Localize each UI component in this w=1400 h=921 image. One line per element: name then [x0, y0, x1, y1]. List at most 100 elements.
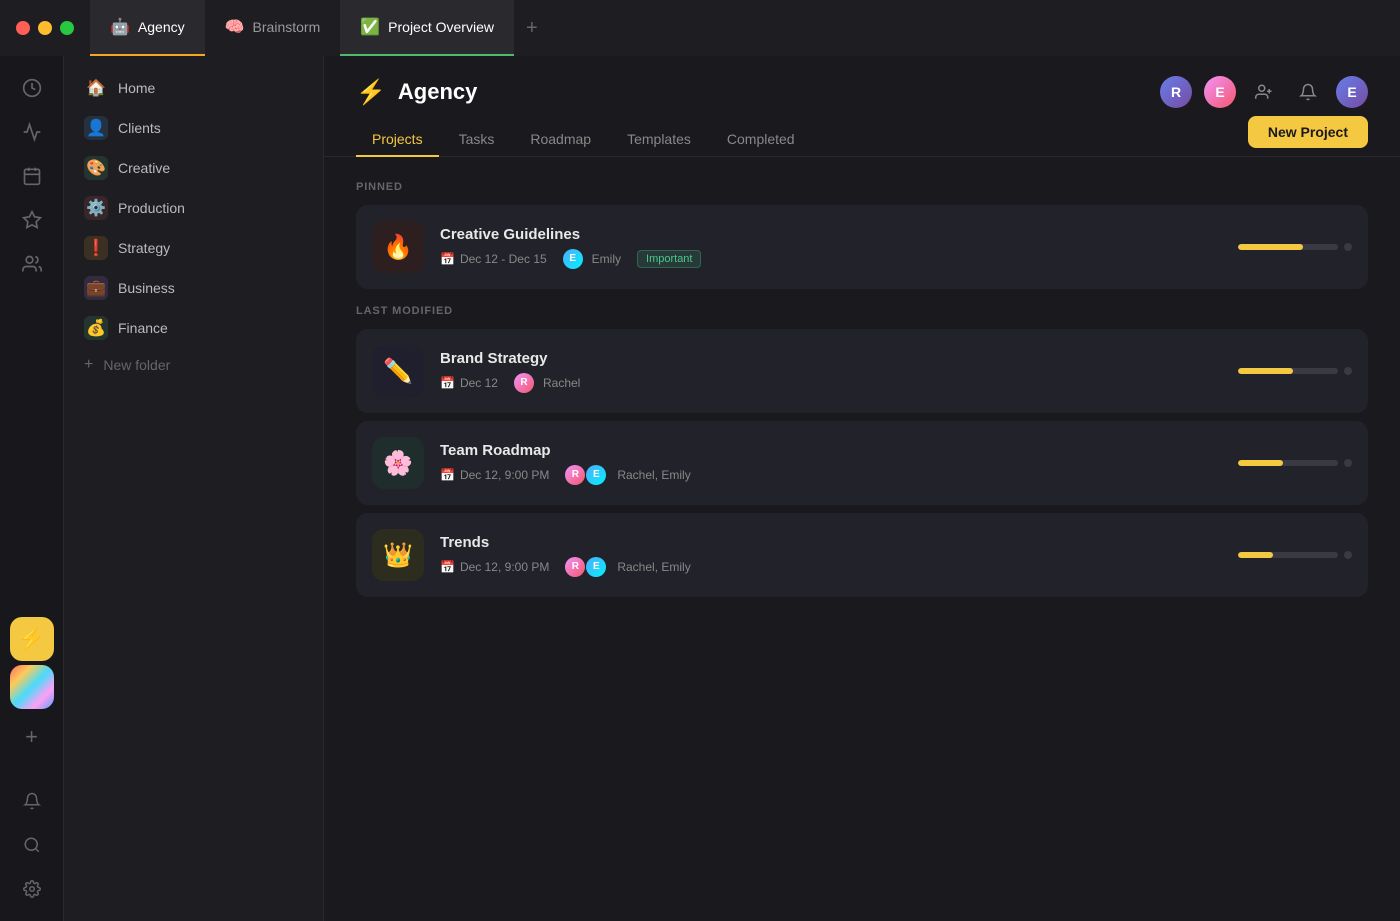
avatar-emily: E — [563, 249, 583, 269]
sidebar-business-label: Business — [118, 280, 175, 296]
icon-bar-settings[interactable] — [12, 869, 52, 909]
icon-bar-favorites[interactable] — [12, 200, 52, 240]
project-progress-trends — [1238, 551, 1352, 559]
project-meta-trends: 📅 Dec 12, 9:00 PM R E Rachel, Emily — [440, 557, 1206, 577]
project-info-brand-strategy: Brand Strategy 📅 Dec 12 R Rachel — [440, 350, 1206, 393]
new-folder-plus-icon: + — [84, 356, 93, 374]
meta-assignee-brand-strategy: R Rachel — [514, 373, 580, 393]
progress-dot-2 — [1344, 367, 1352, 375]
progress-bar-fill-4 — [1238, 552, 1273, 558]
last-modified-label: LAST MODIFIED — [356, 305, 1368, 317]
avatar-user2[interactable]: E — [1204, 76, 1236, 108]
project-card-trends[interactable]: 👑 Trends 📅 Dec 12, 9:00 PM R E Rachel — [356, 513, 1368, 597]
project-meta-creative-guidelines: 📅 Dec 12 - Dec 15 E Emily Important — [440, 249, 1206, 269]
progress-bar-container-4 — [1238, 552, 1338, 558]
tab-brainstorm[interactable]: 🧠 Brainstorm — [205, 0, 341, 56]
project-icon-creative-guidelines: 🔥 — [372, 221, 424, 273]
avatar-emily-3: E — [586, 557, 606, 577]
sidebar-item-creative[interactable]: 🎨 Creative — [72, 148, 315, 188]
sidebar-clients-label: Clients — [118, 120, 161, 136]
nav-tab-projects[interactable]: Projects — [356, 123, 439, 157]
sidebar-item-clients[interactable]: 👤 Clients — [72, 108, 315, 148]
project-meta-brand-strategy: 📅 Dec 12 R Rachel — [440, 373, 1206, 393]
add-tab-button[interactable]: + — [514, 0, 550, 56]
nav-tab-tasks[interactable]: Tasks — [443, 123, 511, 157]
project-progress-creative-guidelines — [1238, 243, 1352, 251]
sidebar-item-home[interactable]: 🏠 Home — [72, 68, 315, 108]
close-button[interactable] — [16, 21, 30, 35]
minimize-button[interactable] — [38, 21, 52, 35]
progress-dot-4 — [1344, 551, 1352, 559]
last-modified-section: LAST MODIFIED ✏️ Brand Strategy 📅 Dec 12 — [356, 305, 1368, 597]
notifications-button[interactable] — [1292, 76, 1324, 108]
sidebar-home-label: Home — [118, 80, 155, 96]
meta-assignees-team-roadmap: R E Rachel, Emily — [565, 465, 690, 485]
project-name-creative-guidelines: Creative Guidelines — [440, 226, 1206, 243]
icon-bar-calendar[interactable] — [12, 156, 52, 196]
icon-bar-activity[interactable] — [12, 68, 52, 108]
assignees-label-team-roadmap: Rachel, Emily — [617, 468, 690, 482]
sidebar-strategy-label: Strategy — [118, 240, 170, 256]
add-member-button[interactable] — [1248, 76, 1280, 108]
avatar-rachel-2: R — [565, 465, 585, 485]
meta-date-team-roadmap: 📅 Dec 12, 9:00 PM — [440, 468, 549, 482]
sidebar-item-production[interactable]: ⚙️ Production — [72, 188, 315, 228]
icon-bar-notifications[interactable] — [12, 781, 52, 821]
avatar-user1[interactable]: R — [1160, 76, 1192, 108]
meta-date-text-3: Dec 12, 9:00 PM — [460, 468, 549, 482]
main-layout: ⚡ + 🏠 Home 👤 Clients 🎨 Creative ⚙️ — [0, 56, 1400, 921]
icon-bar-rainbow[interactable] — [10, 665, 54, 709]
project-icon-trends: 👑 — [372, 529, 424, 581]
meta-date-text-4: Dec 12, 9:00 PM — [460, 560, 549, 574]
progress-bar-fill-2 — [1238, 368, 1293, 374]
sidebar-item-business[interactable]: 💼 Business — [72, 268, 315, 308]
sidebar-production-label: Production — [118, 200, 185, 216]
tab-agency[interactable]: 🤖 Agency — [90, 0, 205, 56]
meta-date-text-2: Dec 12 — [460, 376, 498, 390]
agency-title-icon: ⚡ — [356, 78, 386, 107]
sidebar-item-strategy[interactable]: ❗ Strategy — [72, 228, 315, 268]
meta-date-brand-strategy: 📅 Dec 12 — [440, 376, 498, 390]
maximize-button[interactable] — [60, 21, 74, 35]
project-icon-team-roadmap: 🌸 — [372, 437, 424, 489]
project-meta-team-roadmap: 📅 Dec 12, 9:00 PM R E Rachel, Emily — [440, 465, 1206, 485]
finance-icon: 💰 — [84, 316, 108, 340]
brainstorm-tab-icon: 🧠 — [225, 17, 245, 37]
header-actions: R E E — [1160, 76, 1368, 108]
sidebar: 🏠 Home 👤 Clients 🎨 Creative ⚙️ Productio… — [64, 56, 324, 921]
tabs-container: 🤖 Agency 🧠 Brainstorm ✅ Project Overview… — [90, 0, 1400, 56]
project-name-brand-strategy: Brand Strategy — [440, 350, 1206, 367]
icon-bar-add[interactable]: + — [12, 717, 52, 757]
calendar-meta-icon: 📅 — [440, 252, 455, 266]
nav-tab-templates[interactable]: Templates — [611, 123, 707, 157]
project-card-team-roadmap[interactable]: 🌸 Team Roadmap 📅 Dec 12, 9:00 PM R E — [356, 421, 1368, 505]
project-card-brand-strategy[interactable]: ✏️ Brand Strategy 📅 Dec 12 R Rachel — [356, 329, 1368, 413]
project-info-creative-guidelines: Creative Guidelines 📅 Dec 12 - Dec 15 E … — [440, 226, 1206, 269]
page-title: Agency — [398, 79, 477, 105]
icon-bar-pulse[interactable] — [12, 112, 52, 152]
sidebar-item-finance[interactable]: 💰 Finance — [72, 308, 315, 348]
project-card-creative-guidelines[interactable]: 🔥 Creative Guidelines 📅 Dec 12 - Dec 15 … — [356, 205, 1368, 289]
current-user-avatar[interactable]: E — [1336, 76, 1368, 108]
content-area: ⚡ Agency R E E Projects — [324, 56, 1400, 921]
calendar-meta-icon-4: 📅 — [440, 560, 455, 574]
project-name-trends: Trends — [440, 534, 1206, 551]
new-project-button[interactable]: New Project — [1248, 116, 1368, 148]
new-folder-button[interactable]: + New folder — [72, 348, 315, 382]
icon-bar-app-active[interactable]: ⚡ — [10, 617, 54, 661]
project-progress-brand-strategy — [1238, 367, 1352, 375]
pinned-section-label: PINNED — [356, 181, 1368, 193]
tab-project-overview[interactable]: ✅ Project Overview — [340, 0, 514, 56]
progress-bar-fill-3 — [1238, 460, 1283, 466]
icon-bar-search[interactable] — [12, 825, 52, 865]
nav-tab-roadmap[interactable]: Roadmap — [514, 123, 607, 157]
progress-bar-fill — [1238, 244, 1303, 250]
agency-tab-label: Agency — [138, 19, 185, 35]
home-icon: 🏠 — [84, 76, 108, 100]
nav-tab-completed[interactable]: Completed — [711, 123, 811, 157]
content-header: ⚡ Agency R E E — [324, 56, 1400, 108]
clients-icon: 👤 — [84, 116, 108, 140]
overview-tab-label: Project Overview — [388, 19, 494, 35]
meta-assignees-trends: R E Rachel, Emily — [565, 557, 690, 577]
icon-bar-team[interactable] — [12, 244, 52, 284]
